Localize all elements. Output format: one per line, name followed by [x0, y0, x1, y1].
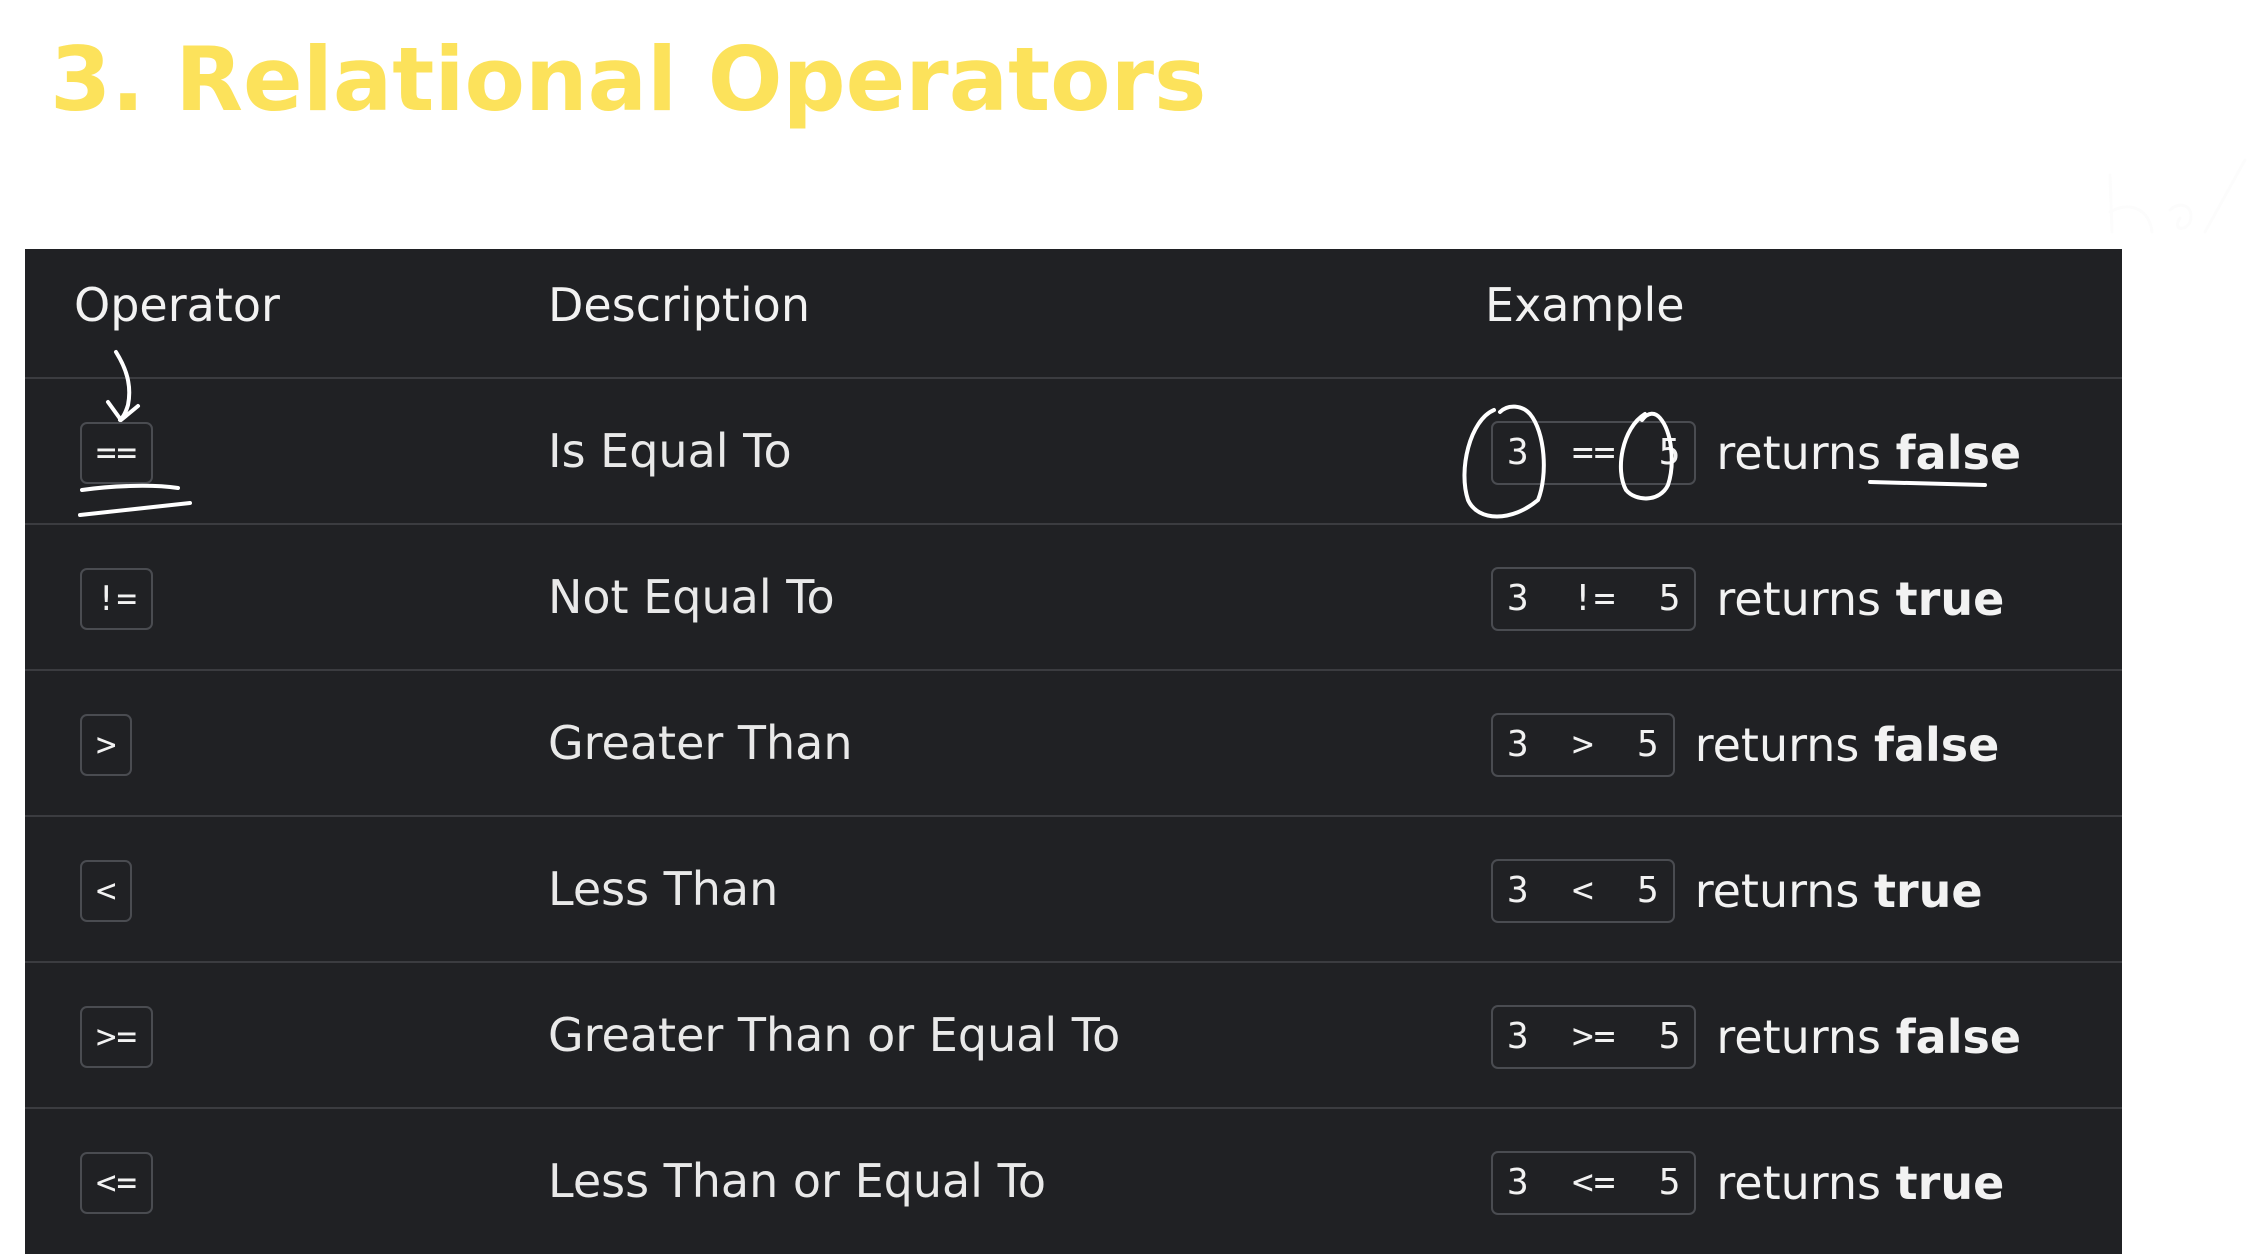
table-row: < Less Than 3 < 5 returns true	[25, 817, 2122, 963]
example-code: 3 < 5	[1491, 859, 1675, 923]
operator-chip: >=	[80, 1006, 153, 1068]
example-code: 3 == 5	[1491, 421, 1697, 485]
example: 3 < 5 returns true	[1491, 857, 1983, 925]
description-text: Less Than	[548, 862, 779, 916]
operator-chip: >	[80, 714, 133, 776]
table-row: != Not Equal To 3 != 5 returns true	[25, 525, 2122, 671]
faint-scribble-annotation	[2108, 158, 2247, 234]
example-code: 3 >= 5	[1491, 1005, 1697, 1069]
table-header: Operator Description Example	[25, 249, 2122, 379]
header-description: Description	[548, 278, 810, 332]
table-row: >= Greater Than or Equal To 3 >= 5 retur…	[25, 963, 2122, 1109]
example: 3 == 5 returns false	[1491, 419, 2021, 487]
example-result: returns false	[1716, 1010, 2022, 1064]
example-code: 3 != 5	[1491, 567, 1697, 631]
example-result: returns true	[1716, 1156, 2005, 1210]
description-text: Is Equal To	[548, 424, 792, 478]
example: 3 > 5 returns false	[1491, 711, 1999, 779]
operator-chip: !=	[80, 568, 153, 630]
header-operator: Operator	[74, 278, 280, 332]
table-row: == Is Equal To 3 == 5 returns false	[25, 379, 2122, 525]
example: 3 >= 5 returns false	[1491, 1003, 2021, 1071]
description-text: Greater Than	[548, 716, 853, 770]
operators-table: Operator Description Example == Is Equal…	[25, 249, 2122, 1254]
page-title: 3. Relational Operators	[50, 28, 1207, 131]
example: 3 <= 5 returns true	[1491, 1149, 2004, 1217]
description-text: Greater Than or Equal To	[548, 1008, 1121, 1062]
header-example: Example	[1485, 278, 1685, 332]
description-text: Not Equal To	[548, 570, 835, 624]
operator-chip: <=	[80, 1152, 153, 1214]
operator-chip: ==	[80, 422, 153, 484]
example-code: 3 > 5	[1491, 713, 1675, 777]
example: 3 != 5 returns true	[1491, 565, 2004, 633]
example-result: returns true	[1694, 864, 1983, 918]
operator-chip: <	[80, 860, 133, 922]
example-result: returns false	[1716, 426, 2022, 480]
table-row: > Greater Than 3 > 5 returns false	[25, 671, 2122, 817]
example-code: 3 <= 5	[1491, 1151, 1697, 1215]
example-result: returns true	[1716, 572, 2005, 626]
description-text: Less Than or Equal To	[548, 1154, 1047, 1208]
table-row: <= Less Than or Equal To 3 <= 5 returns …	[25, 1109, 2122, 1253]
example-result: returns false	[1694, 718, 2000, 772]
